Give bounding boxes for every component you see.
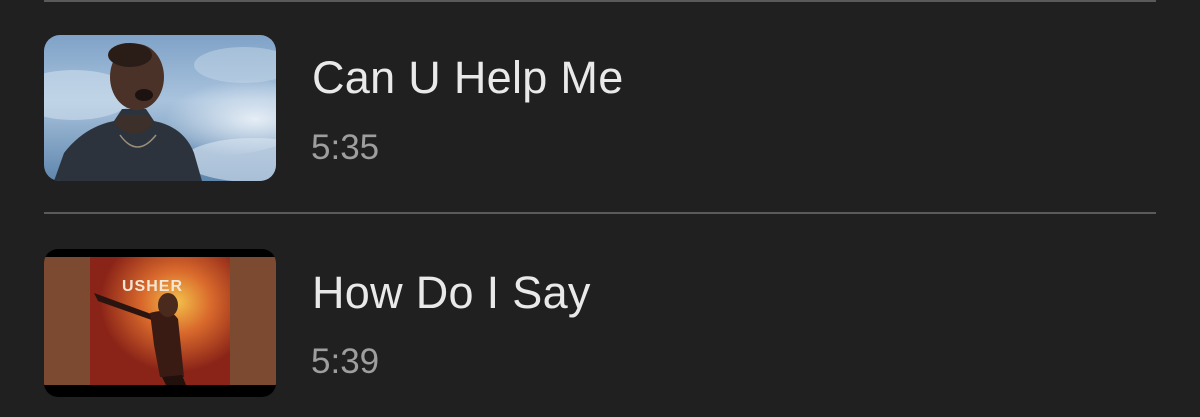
track-duration: 5:39 [311,342,380,381]
list-item[interactable]: Can U Help Me 5:35 [0,30,1200,200]
track-duration: 5:35 [311,128,380,167]
cover-text: USHER [122,278,183,295]
track-list: Can U Help Me 5:35 USHER How Do I Say 5:… [0,0,1200,417]
track-thumbnail [44,35,276,181]
track-title: Can U Help Me [312,52,624,103]
track-thumbnail: USHER [44,249,276,397]
divider [44,0,1156,2]
divider [44,212,1156,214]
track-title: How Do I Say [312,267,591,318]
list-item[interactable]: USHER How Do I Say 5:39 [0,245,1200,415]
